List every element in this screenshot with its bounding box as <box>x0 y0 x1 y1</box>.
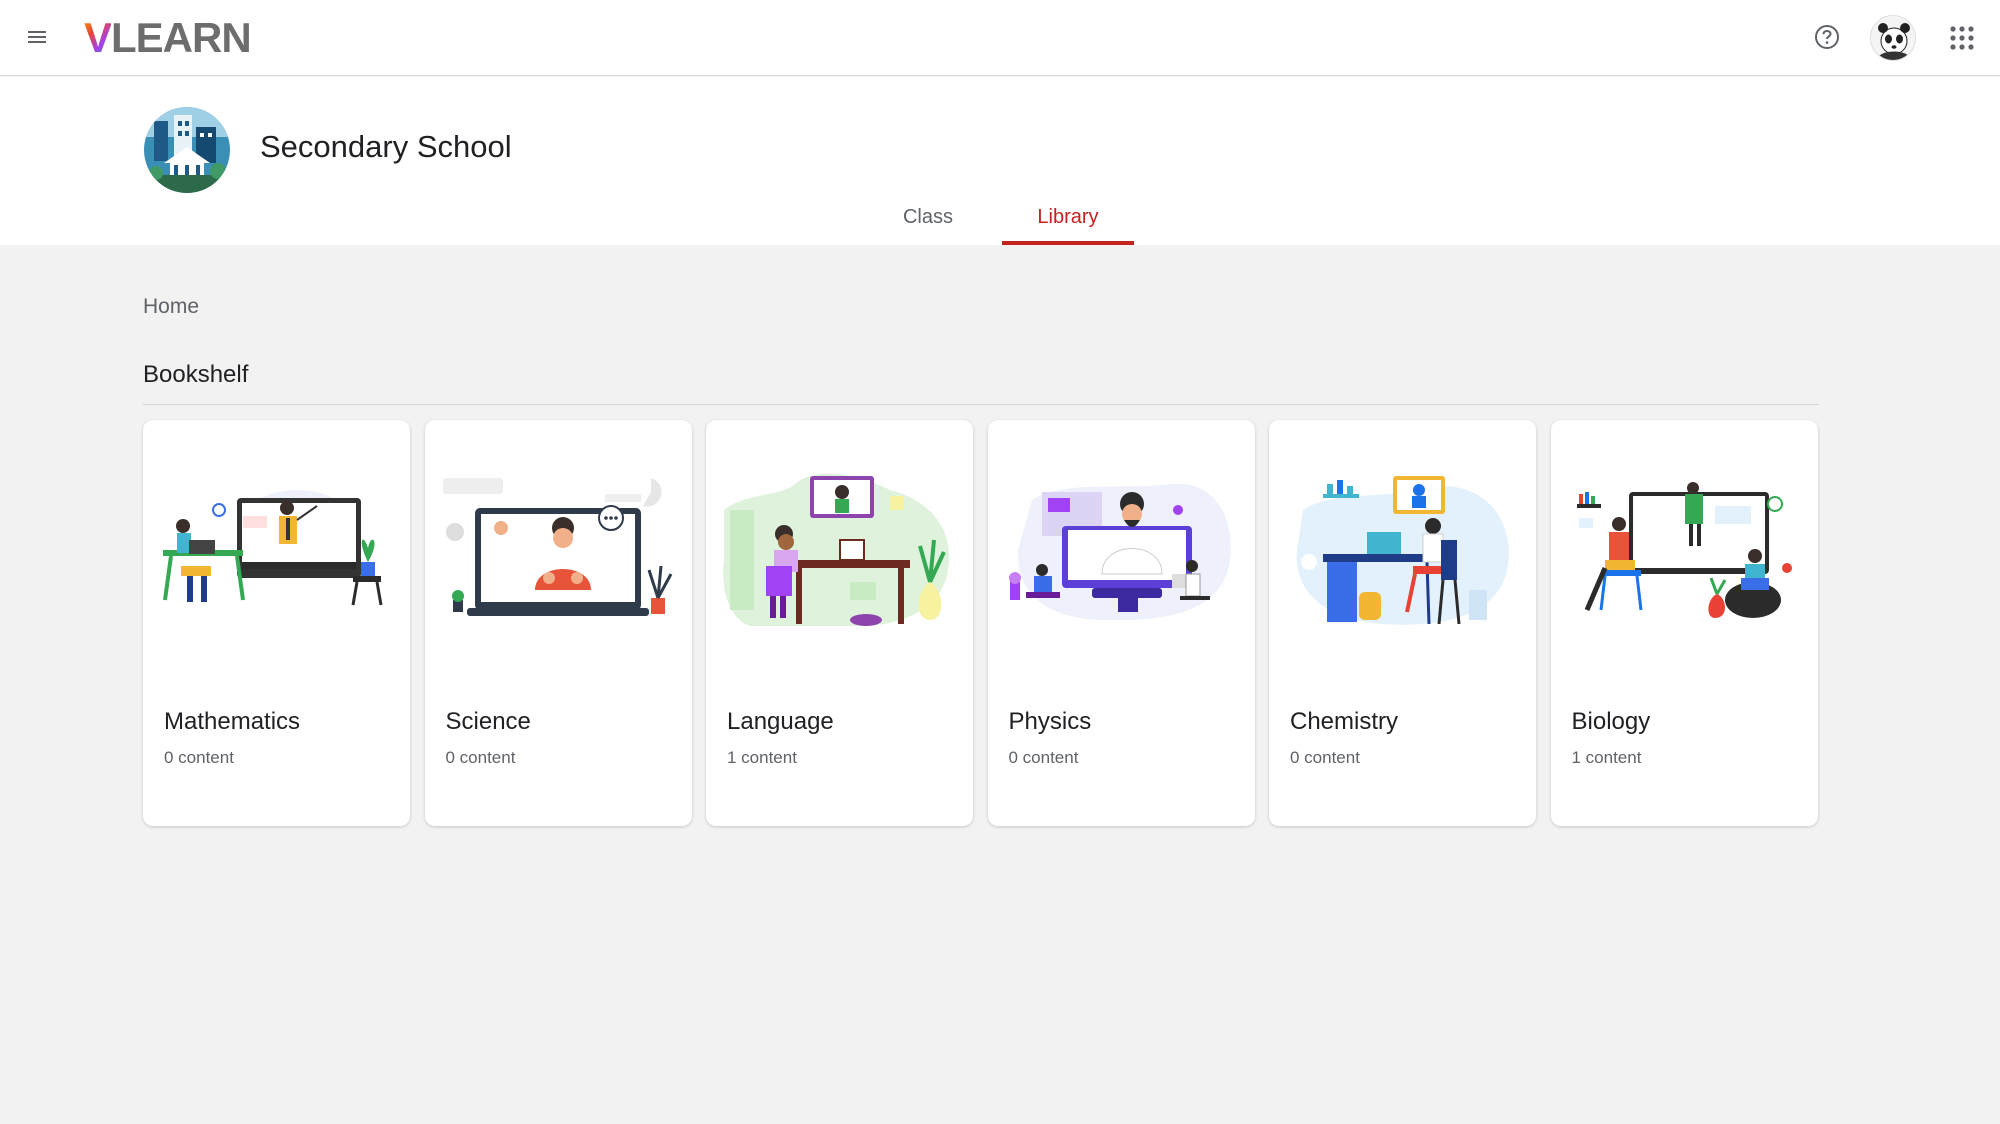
subject-name: Mathematics <box>164 708 301 735</box>
video-call-illustration <box>442 478 672 616</box>
class-header: Secondary School Class Library <box>0 77 2000 245</box>
bookshelf-grid: Mathematics 0 content Science 0 content … <box>143 420 1832 826</box>
study-desk-illustration <box>1296 476 1509 625</box>
virtual-classroom-illustration <box>1576 482 1792 618</box>
subject-content-count: 1 content <box>1571 748 1642 767</box>
subject-name: Language <box>727 708 834 735</box>
top-app-bar: VLEARN <box>0 0 2000 76</box>
online-teacher-illustration <box>163 490 383 606</box>
apps-grid-icon[interactable] <box>1944 20 1980 56</box>
subject-card-science[interactable]: Science 0 content <box>424 420 692 826</box>
subject-content-count: 0 content <box>1008 748 1079 767</box>
subject-name: Science <box>445 708 531 735</box>
tab-library[interactable]: Library <box>1002 189 1134 245</box>
menu-icon[interactable] <box>20 20 54 54</box>
subject-card-chemistry[interactable]: Chemistry 0 content <box>1269 420 1536 826</box>
online-class-illustration <box>1008 483 1231 621</box>
class-tabs: Class Library <box>862 189 1142 245</box>
subject-card-physics[interactable]: Physics 0 content <box>987 420 1255 826</box>
subject-name: Physics <box>1008 708 1092 735</box>
user-avatar[interactable] <box>1870 15 1916 61</box>
subject-content-count: 0 content <box>164 748 234 767</box>
subject-content-count: 1 content <box>727 748 797 767</box>
help-icon[interactable] <box>1810 20 1844 54</box>
bookshelf-title: Bookshelf <box>143 361 249 388</box>
section-divider <box>143 404 1819 405</box>
breadcrumb-home[interactable]: Home <box>143 295 199 319</box>
subject-card-mathematics[interactable]: Mathematics 0 content <box>143 420 410 826</box>
vlearn-logo[interactable]: VLEARN <box>84 14 252 62</box>
class-avatar <box>144 107 230 193</box>
subject-name: Biology <box>1571 708 1651 735</box>
tab-class[interactable]: Class <box>862 189 994 245</box>
class-title: Secondary School <box>260 129 512 164</box>
subject-content-count: 0 content <box>1290 748 1360 767</box>
subject-card-biology[interactable]: Biology 1 content <box>1550 420 1818 826</box>
subject-name: Chemistry <box>1290 708 1399 735</box>
student-desk-illustration <box>723 473 950 626</box>
subject-card-language[interactable]: Language 1 content <box>706 420 973 826</box>
subject-content-count: 0 content <box>445 748 516 767</box>
